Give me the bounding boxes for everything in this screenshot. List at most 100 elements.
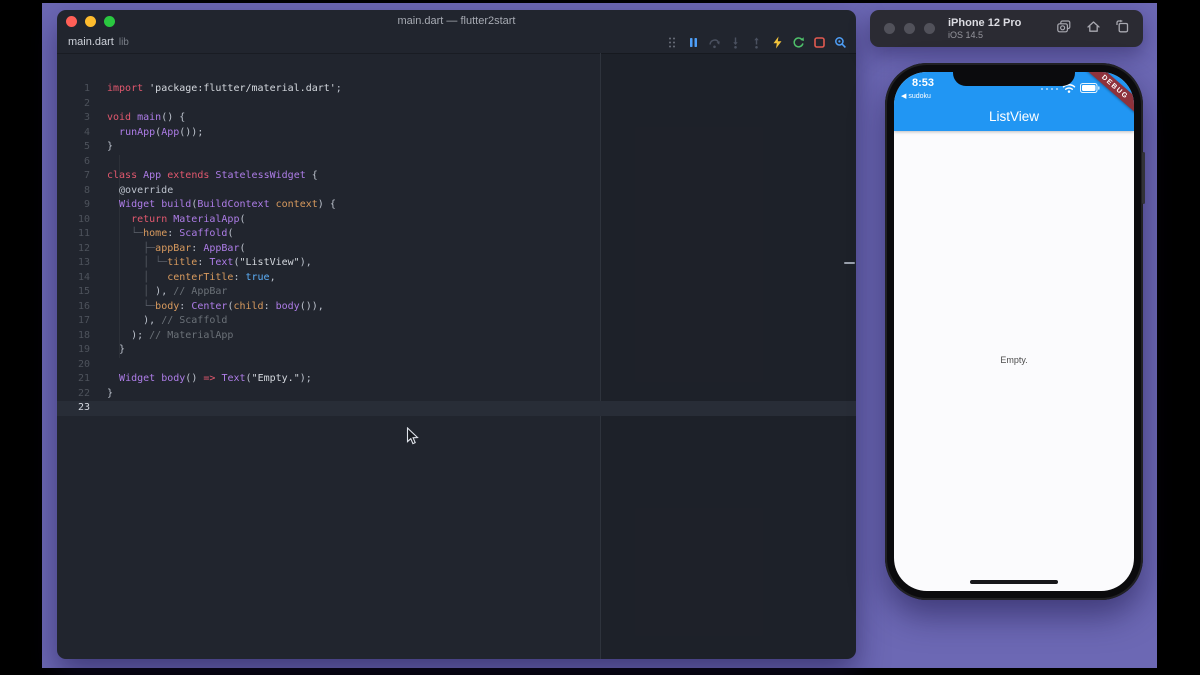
code-text: └─body: Center(child: body()), bbox=[143, 300, 324, 312]
step-over-icon[interactable] bbox=[707, 36, 721, 50]
line-number[interactable]: 18 bbox=[57, 329, 90, 344]
scrollbar-mark bbox=[844, 262, 855, 264]
line-number[interactable]: 8 bbox=[57, 184, 90, 199]
code-line[interactable]: 1 import 'package:flutter/material.dart'; bbox=[57, 82, 856, 97]
line-number[interactable]: 7 bbox=[57, 169, 90, 184]
code-line[interactable]: 6 bbox=[57, 155, 856, 170]
step-into-icon[interactable] bbox=[728, 36, 742, 50]
code-text: ), // Scaffold bbox=[107, 315, 228, 326]
line-number[interactable]: 12 bbox=[57, 242, 90, 257]
code-line[interactable]: 21 Widget body() => Text("Empty."); bbox=[57, 372, 856, 387]
editor-tabbar: main.dart lib bbox=[57, 32, 856, 54]
maximize-button[interactable] bbox=[924, 23, 935, 34]
code-line[interactable]: 2 bbox=[57, 97, 856, 112]
rotate-icon[interactable] bbox=[1115, 19, 1130, 39]
code-line[interactable]: 13 │ └─title: Text("ListView"), bbox=[57, 256, 856, 271]
line-number[interactable]: 3 bbox=[57, 111, 90, 126]
code-text: │ ), // AppBar bbox=[143, 286, 228, 297]
home-indicator[interactable] bbox=[970, 579, 1058, 584]
line-number[interactable]: 13 bbox=[57, 256, 90, 271]
iphone-simulator: 8:53 ◀ sudoku ListView DEBUG Empty. bbox=[885, 63, 1145, 600]
code-text: void main() { bbox=[107, 112, 186, 123]
device-info: iPhone 12 Pro iOS 14.5 bbox=[948, 17, 1021, 40]
code-line[interactable]: 5} bbox=[57, 140, 856, 155]
battery-icon bbox=[1080, 80, 1100, 98]
screenshot-icon[interactable] bbox=[1056, 19, 1072, 39]
line-number[interactable]: 20 bbox=[57, 358, 90, 373]
line-number[interactable]: 22 bbox=[57, 387, 90, 402]
phone-screen[interactable]: 8:53 ◀ sudoku ListView DEBUG Empty. bbox=[894, 72, 1134, 591]
drag-handle-icon[interactable] bbox=[665, 36, 679, 50]
code-text: } bbox=[107, 141, 114, 152]
home-icon[interactable] bbox=[1086, 19, 1101, 39]
pause-icon[interactable] bbox=[686, 36, 700, 50]
code-line[interactable]: 19 } bbox=[57, 343, 856, 358]
editor-titlebar[interactable]: main.dart — flutter2start bbox=[57, 10, 856, 32]
code-line[interactable]: 9 Widget build(BuildContext context) { bbox=[57, 198, 856, 213]
back-to-app-label[interactable]: ◀ sudoku bbox=[901, 92, 931, 100]
line-number[interactable]: 14 bbox=[57, 271, 90, 286]
line-number[interactable]: 1 bbox=[57, 82, 90, 97]
code-line[interactable]: 16 └─body: Center(child: body()), bbox=[57, 300, 856, 315]
code-line[interactable]: 10 return MaterialApp( bbox=[57, 213, 856, 228]
debug-toolbar bbox=[665, 32, 847, 53]
code-line[interactable]: 11 └─home: Scaffold( bbox=[57, 227, 856, 242]
notch bbox=[953, 72, 1075, 86]
stop-icon[interactable] bbox=[812, 36, 826, 50]
line-number[interactable]: 10 bbox=[57, 213, 90, 228]
code-line[interactable]: 14 │ centerTitle: true, bbox=[57, 271, 856, 286]
device-name: iPhone 12 Pro bbox=[948, 17, 1022, 29]
line-number[interactable]: 19 bbox=[57, 343, 90, 358]
editor-window: main.dart — flutter2start main.dart lib bbox=[57, 10, 856, 659]
simulator-window-controls bbox=[884, 23, 935, 34]
code-text: import 'package:flutter/material.dart'; bbox=[107, 83, 342, 94]
app-body-text: Empty. bbox=[1000, 355, 1028, 365]
code-lines: 1 import 'package:flutter/material.dart';… bbox=[57, 82, 856, 416]
code-line[interactable]: 4 runApp(App()); bbox=[57, 126, 856, 141]
close-button[interactable] bbox=[884, 23, 895, 34]
simulator-actions bbox=[1056, 19, 1130, 39]
line-number[interactable]: 11 bbox=[57, 227, 90, 242]
line-number[interactable]: 17 bbox=[57, 314, 90, 329]
code-text: class App extends StatelessWidget { bbox=[107, 170, 318, 181]
minimize-button[interactable] bbox=[904, 23, 915, 34]
code-text: └─home: Scaffold( bbox=[131, 228, 234, 239]
code-line[interactable]: 18 ); // MaterialApp bbox=[57, 329, 856, 344]
code-text: Widget build(BuildContext context) { bbox=[119, 199, 336, 210]
code-line[interactable]: 23 bbox=[57, 401, 856, 416]
code-line[interactable]: 15 │ ), // AppBar bbox=[57, 285, 856, 300]
step-out-icon[interactable] bbox=[749, 36, 763, 50]
code-text: return MaterialApp( bbox=[131, 213, 246, 225]
line-number[interactable]: 6 bbox=[57, 155, 90, 170]
tab-label: main.dart bbox=[68, 36, 114, 48]
power-button[interactable] bbox=[1142, 152, 1145, 204]
line-number[interactable]: 9 bbox=[57, 198, 90, 213]
line-number[interactable]: 15 bbox=[57, 285, 90, 300]
code-editor[interactable]: 1 import 'package:flutter/material.dart';… bbox=[57, 53, 856, 659]
code-line[interactable]: 22} bbox=[57, 387, 856, 402]
code-text: } bbox=[107, 344, 126, 355]
line-number[interactable]: 16 bbox=[57, 300, 90, 315]
tab-main-dart[interactable]: main.dart lib bbox=[68, 36, 129, 48]
appbar-title: ListView bbox=[988, 109, 1040, 124]
screen: { "colors": { "desktop_purple": "#6c68b4… bbox=[0, 0, 1200, 675]
code-line[interactable]: 12 ├─appBar: AppBar( bbox=[57, 242, 856, 257]
widget-inspector-icon[interactable] bbox=[833, 36, 847, 50]
code-line[interactable]: 8 @override bbox=[57, 184, 856, 199]
line-number[interactable]: 21 bbox=[57, 372, 90, 387]
code-line[interactable]: 7 class App extends StatelessWidget { bbox=[57, 169, 856, 184]
code-line[interactable]: 3 void main() { bbox=[57, 111, 856, 126]
code-text: ); // MaterialApp bbox=[107, 329, 234, 341]
window-title: main.dart — flutter2start bbox=[397, 15, 516, 27]
code-text: @override bbox=[107, 184, 174, 196]
line-number[interactable]: 23 bbox=[57, 401, 90, 416]
restart-icon[interactable] bbox=[791, 36, 805, 50]
code-line[interactable]: 20 bbox=[57, 358, 856, 373]
simulator-window-titlebar[interactable]: iPhone 12 Pro iOS 14.5 bbox=[870, 10, 1143, 47]
cellular-dots-icon bbox=[1040, 87, 1058, 91]
code-line[interactable]: 17 ), // Scaffold bbox=[57, 314, 856, 329]
line-number[interactable]: 5 bbox=[57, 140, 90, 155]
line-number[interactable]: 2 bbox=[57, 97, 90, 112]
line-number[interactable]: 4 bbox=[57, 126, 90, 141]
hot-reload-icon[interactable] bbox=[770, 36, 784, 50]
